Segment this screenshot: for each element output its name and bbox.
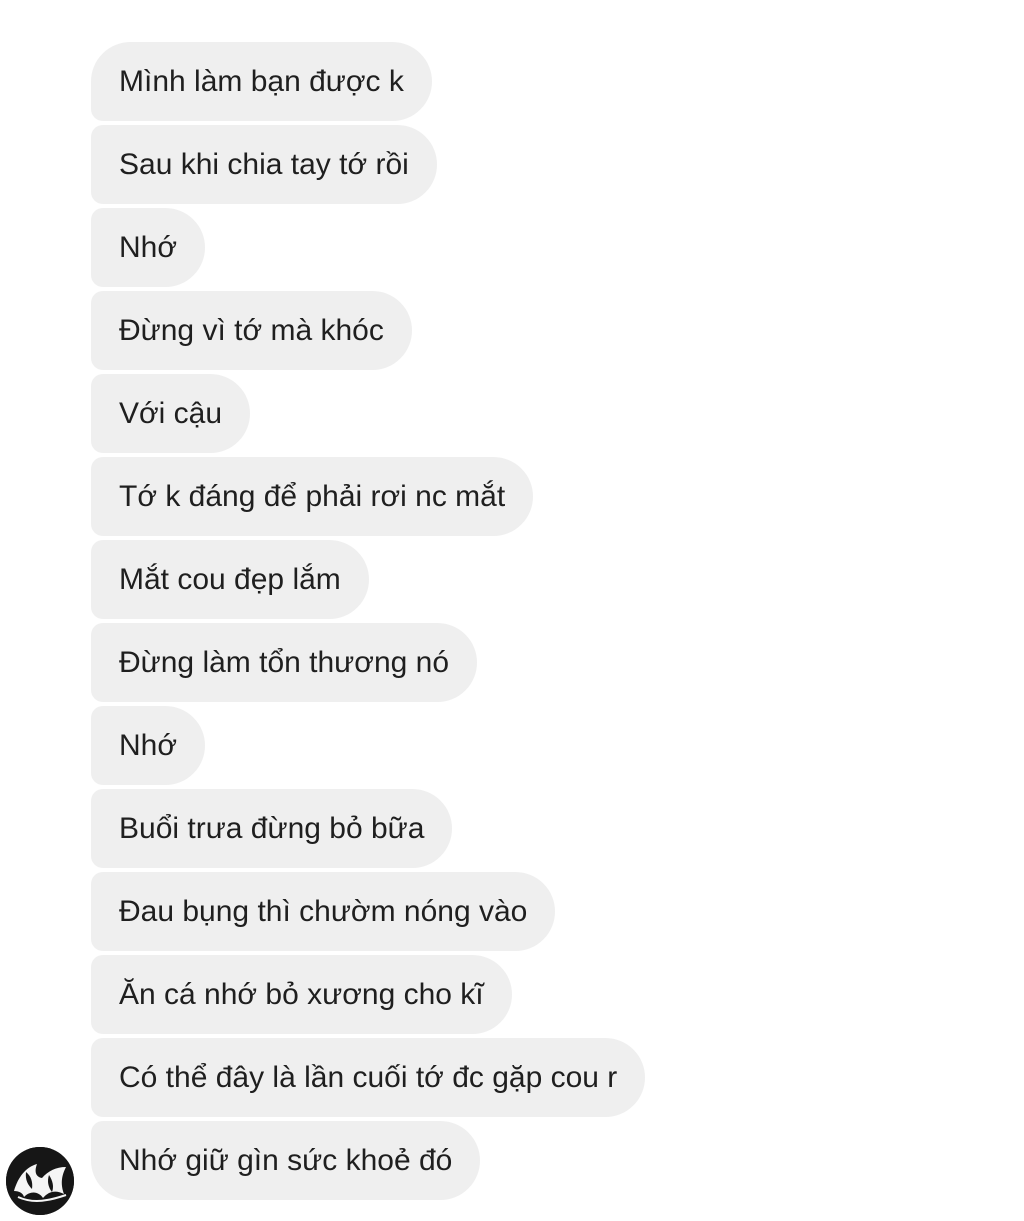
message-text: Có thể đây là lần cuối tớ đc gặp cou r <box>119 1061 618 1094</box>
message-bubble[interactable]: Sau khi chia tay tớ rồi <box>91 125 437 204</box>
message-text: Đừng làm tổn thương nó <box>119 646 450 679</box>
message-bubble[interactable]: Đừng vì tớ mà khóc <box>91 291 412 370</box>
message-text: Tớ k đáng để phải rơi nc mắt <box>119 480 506 513</box>
message-bubble[interactable]: Với cậu <box>91 374 251 453</box>
message-text: Buổi trưa đừng bỏ bữa <box>119 812 425 845</box>
message-text: Nhớ giữ gìn sức khoẻ đó <box>119 1144 453 1177</box>
message-bubble[interactable]: Buổi trưa đừng bỏ bữa <box>91 789 453 868</box>
message-bubble[interactable]: Nhớ giữ gìn sức khoẻ đó <box>91 1121 481 1200</box>
message-text: Nhớ <box>119 729 178 762</box>
message-text: Ăn cá nhớ bỏ xương cho kĩ <box>119 978 484 1011</box>
message-bubble[interactable]: Có thể đây là lần cuối tớ đc gặp cou r <box>91 1038 646 1117</box>
message-bubble[interactable]: Nhớ <box>91 706 206 785</box>
message-bubble[interactable]: Tớ k đáng để phải rơi nc mắt <box>91 457 534 536</box>
message-text: Nhớ <box>119 231 178 264</box>
message-bubble[interactable]: Ăn cá nhớ bỏ xương cho kĩ <box>91 955 512 1034</box>
message-bubble[interactable]: Mắt cou đẹp lắm <box>91 540 369 619</box>
avatar-artwork-icon <box>6 1147 74 1215</box>
message-text: Mắt cou đẹp lắm <box>119 563 341 596</box>
message-text: Mình làm bạn được k <box>119 65 404 98</box>
sender-avatar-icon[interactable] <box>6 1147 74 1215</box>
message-text: Sau khi chia tay tớ rồi <box>119 148 409 181</box>
message-text: Với cậu <box>119 397 223 430</box>
message-text: Đừng vì tớ mà khóc <box>119 314 384 347</box>
message-bubble[interactable]: Mình làm bạn được k <box>91 42 432 121</box>
message-bubble[interactable]: Nhớ <box>91 208 206 287</box>
message-text: Đau bụng thì chườm nóng vào <box>119 895 528 928</box>
message-bubble[interactable]: Đừng làm tổn thương nó <box>91 623 478 702</box>
message-thread: Mình làm bạn được k Sau khi chia tay tớ … <box>91 42 646 1200</box>
message-bubble[interactable]: Đau bụng thì chườm nóng vào <box>91 872 556 951</box>
